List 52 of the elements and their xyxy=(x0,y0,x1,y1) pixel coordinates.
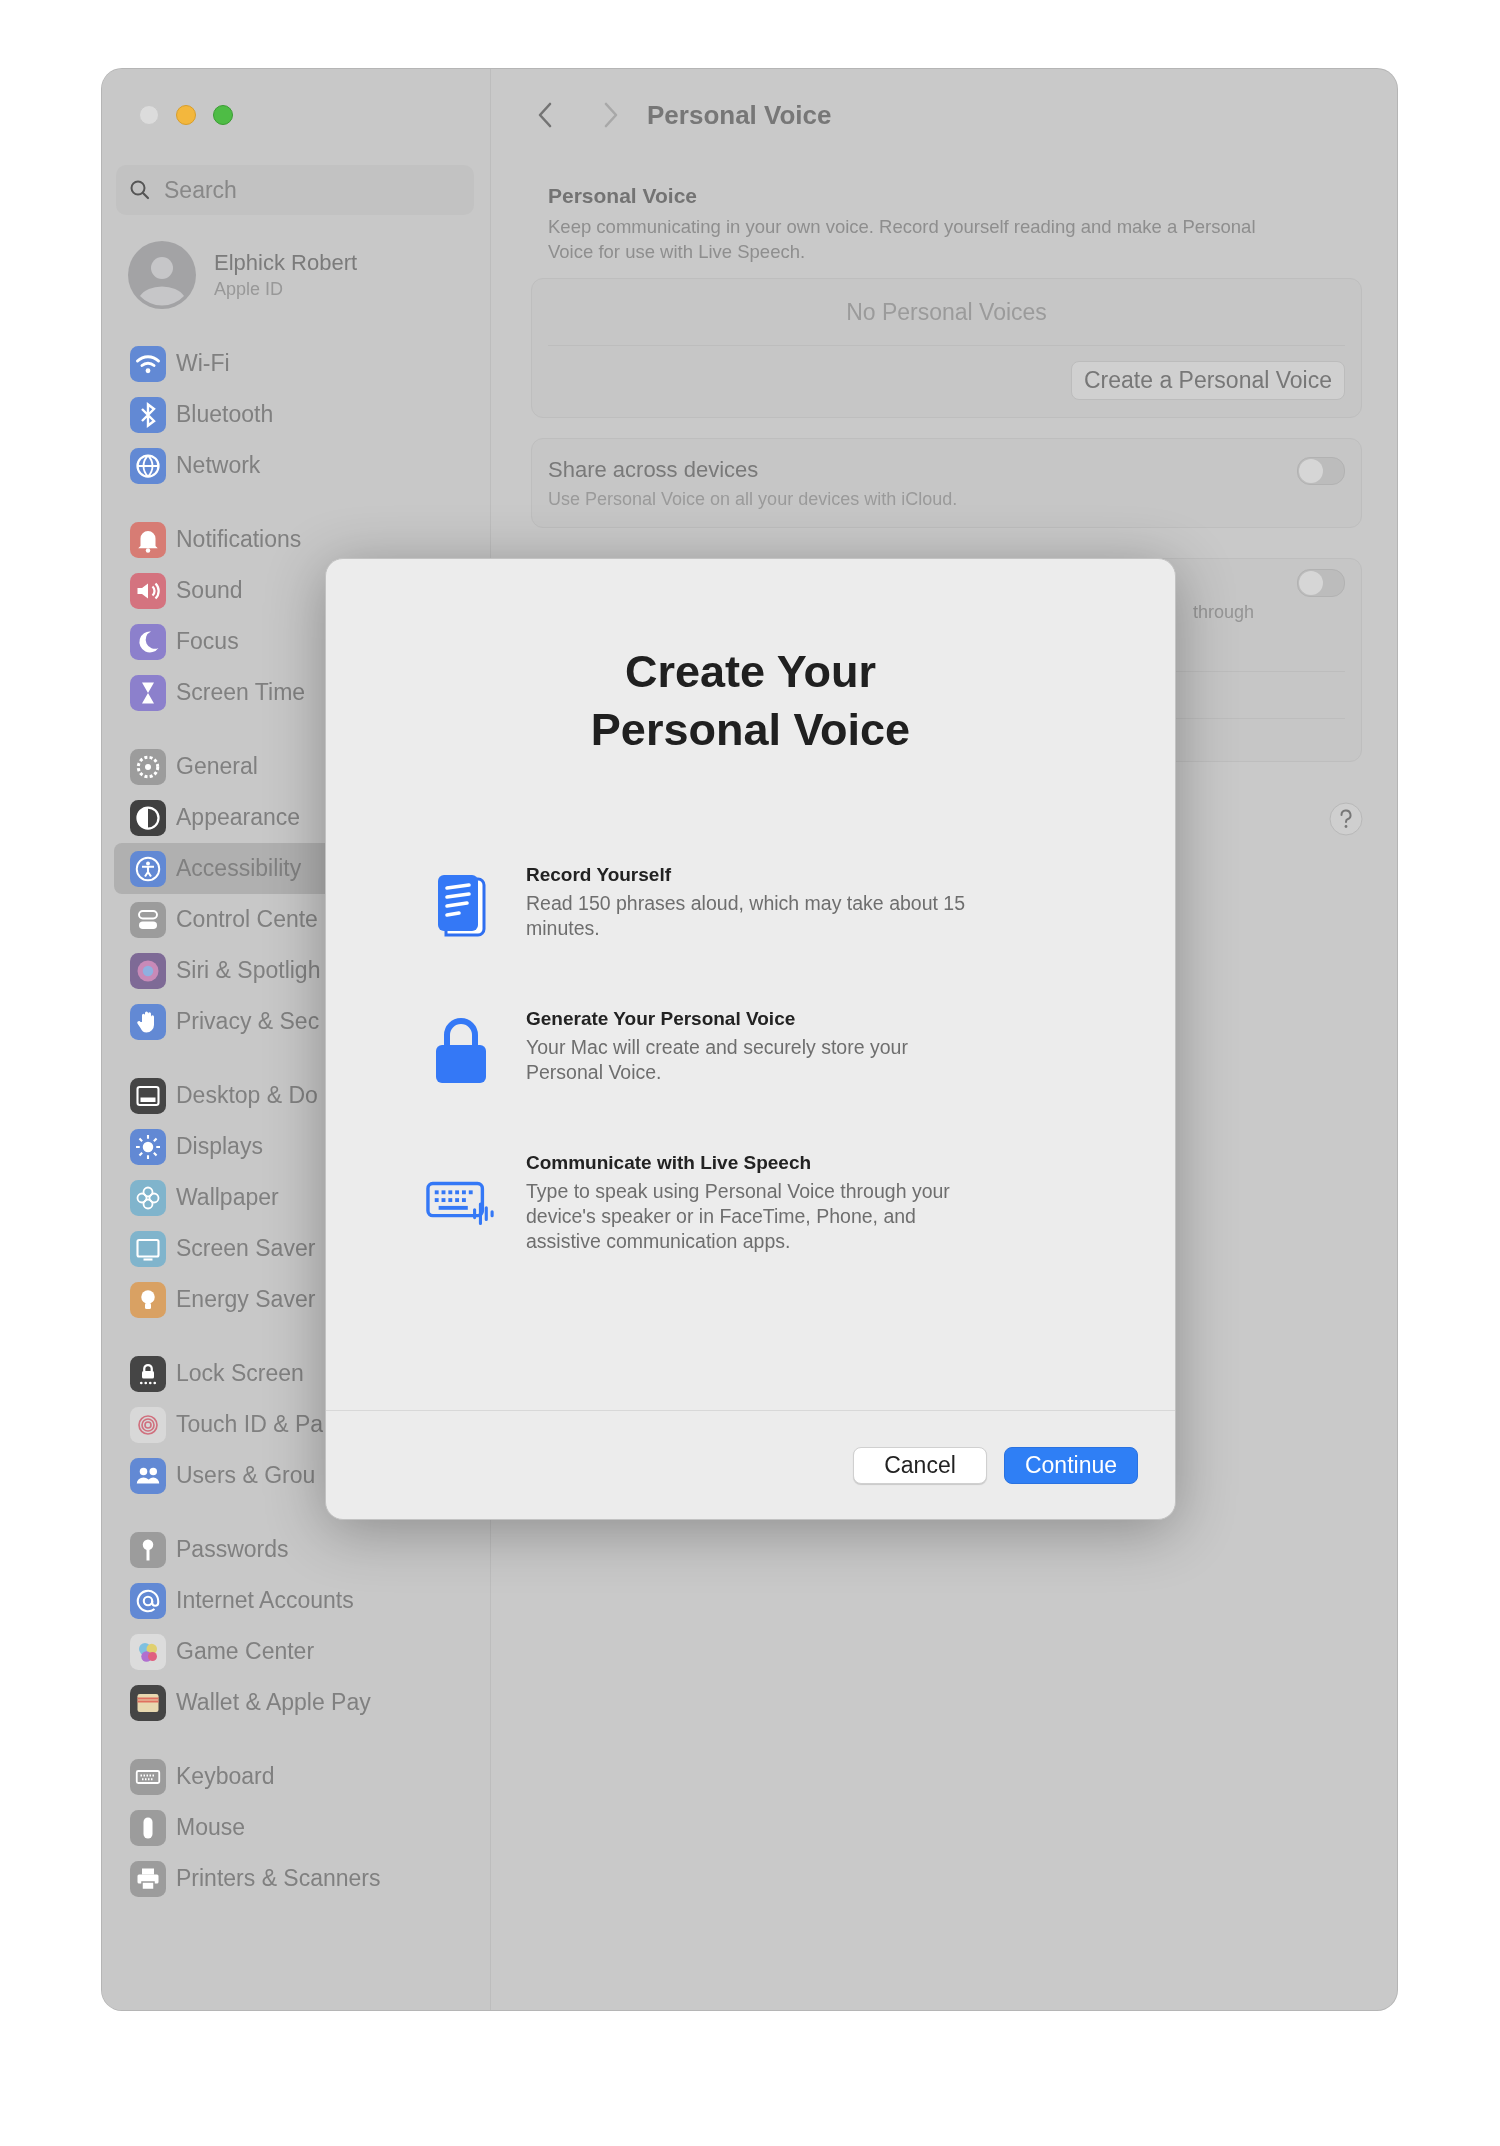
sidebar-item[interactable]: Printers & Scanners xyxy=(114,1853,474,1904)
profile-name[interactable]: Elphick Robert xyxy=(214,250,358,276)
avatar-icon[interactable] xyxy=(128,241,196,309)
sidebar-item[interactable]: Passwords xyxy=(114,1524,474,1575)
step-description: Read 150 phrases aloud, which may take about 15 minutes. xyxy=(526,891,967,941)
sidebar-item[interactable]: Network xyxy=(114,440,474,491)
live-speech-toggle[interactable] xyxy=(1297,569,1345,597)
sidebar-item[interactable]: Notifications xyxy=(114,514,474,565)
sidebar-item[interactable]: Mouse xyxy=(114,1802,474,1853)
cancel-button[interactable]: Cancel xyxy=(853,1446,987,1484)
section-title: Personal Voice xyxy=(547,184,698,208)
sidebar-item[interactable]: Desktop & Do xyxy=(114,1070,474,1121)
zoom-button[interactable] xyxy=(213,105,233,125)
sidebar-item[interactable]: Sound xyxy=(114,565,474,616)
sidebar-item[interactable]: Siri & Spotligh xyxy=(114,945,474,996)
sidebar-item[interactable]: General xyxy=(114,741,474,792)
sidebar-item[interactable]: Keyboard xyxy=(114,1751,474,1802)
create-voice-button[interactable]: Create a Personal Voice xyxy=(1070,361,1345,400)
keyboard-waveform-icon xyxy=(426,1179,496,1226)
sidebar-item[interactable]: Internet Accounts xyxy=(114,1575,474,1626)
continue-button[interactable]: Continue xyxy=(1004,1446,1138,1484)
sidebar-item[interactable]: Users & Grou xyxy=(114,1450,474,1501)
section-description: Keep communicating in your own voice. Record yourself reading and make a Personal Voice for use with Live Speech. xyxy=(547,215,1257,264)
page-title: Personal Voice xyxy=(647,99,832,131)
sidebar-item[interactable]: Focus xyxy=(114,616,474,667)
sidebar-item[interactable]: Appearance xyxy=(114,792,474,843)
step-title: Generate Your Personal Voice xyxy=(526,1007,797,1031)
setting-title: Share across devices xyxy=(548,457,760,483)
sidebar-item[interactable]: Energy Saver xyxy=(114,1274,474,1325)
step-title: Record Yourself xyxy=(526,863,672,887)
step-description: Your Mac will create and securely store your Personal Voice. xyxy=(526,1035,909,1085)
sidebar-item[interactable]: Screen Time xyxy=(114,667,474,718)
sidebar-item[interactable]: Displays xyxy=(114,1121,474,1172)
sidebar-item[interactable]: Game Center xyxy=(114,1626,474,1677)
step-description: Type to speak using Personal Voice through your device's speaker or in FaceTime, Phone, and assistive communication apps. xyxy=(526,1179,951,1254)
step-title: Communicate with Live Speech xyxy=(526,1151,813,1175)
document-icon xyxy=(436,873,486,937)
dialog-title: Create Your Personal Voice xyxy=(589,645,912,757)
search-field[interactable]: Search xyxy=(116,165,474,215)
sidebar-item[interactable]: Control Cente xyxy=(114,894,474,945)
search-icon xyxy=(128,178,152,202)
sidebar-item[interactable]: Wallpaper xyxy=(114,1172,474,1223)
sidebar-item[interactable]: Wallet & Apple Pay xyxy=(114,1677,474,1728)
sidebar-item[interactable]: Privacy & Sec xyxy=(114,996,474,1047)
sidebar-item[interactable]: Bluetooth xyxy=(114,389,474,440)
share-toggle[interactable] xyxy=(1297,457,1345,485)
sidebar-item[interactable]: Screen Saver xyxy=(114,1223,474,1274)
sidebar-item[interactable]: Lock Screen xyxy=(114,1348,474,1399)
sidebar-item[interactable]: Wi-Fi xyxy=(114,338,474,389)
minimize-button[interactable] xyxy=(176,105,196,125)
help-icon[interactable] xyxy=(1329,802,1363,836)
sidebar-item[interactable]: Touch ID & Pa xyxy=(114,1399,474,1450)
